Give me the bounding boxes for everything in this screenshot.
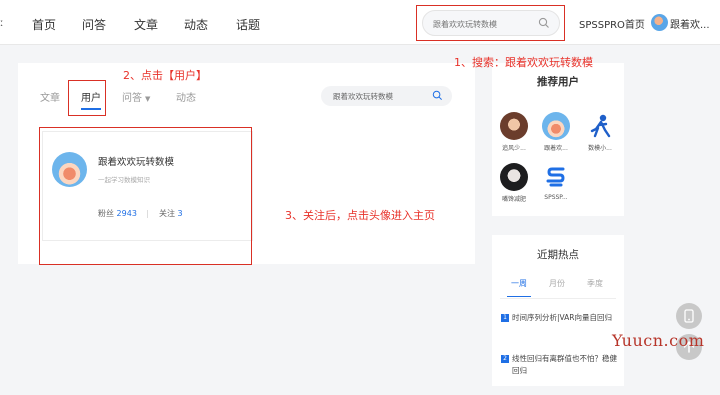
recommended-user-name[interactable]: 追风少... — [496, 143, 532, 152]
recommended-user-name[interactable]: 嘴馋减肥 — [496, 194, 532, 203]
annotation-users-tab-box — [68, 80, 106, 116]
results-search-box — [321, 86, 452, 106]
spsspro-home-link[interactable]: SPSSPRO首页 — [579, 16, 645, 31]
annotation-step-3: 3、关注后，点击头像进入主页 — [285, 209, 435, 222]
spsspro-logo-icon — [546, 167, 565, 187]
search-icon[interactable] — [432, 90, 443, 101]
hot-topics-title: 近期热点 — [537, 249, 579, 261]
recommended-user[interactable]: SPSSP... — [538, 163, 574, 201]
watermark: Yuucn.com — [612, 331, 705, 350]
tab-qa-label: 问答 — [122, 93, 142, 104]
nav-item-activity[interactable]: 动态 — [184, 16, 208, 33]
recommended-user-avatar[interactable] — [542, 163, 570, 191]
recommended-user-avatar[interactable] — [542, 112, 570, 140]
hot-topic-rank: 2 — [501, 355, 509, 363]
hot-tabs-divider — [500, 298, 616, 299]
nav-item-topics[interactable]: 话题 — [236, 16, 260, 33]
current-user-name[interactable]: 跟着欢... — [670, 16, 710, 31]
recommended-users-title: 推荐用户 — [537, 76, 579, 88]
recommended-user-name[interactable]: 跟着欢... — [538, 143, 574, 152]
hot-tab-quarter[interactable]: 季度 — [587, 278, 603, 289]
recommended-user-name[interactable]: SPSSP... — [538, 194, 574, 201]
current-user-avatar[interactable] — [651, 14, 668, 31]
annotation-user-card-box — [39, 127, 252, 265]
hot-topics-panel: 近期热点 一周 月份 季度 1 时间序列分析|VAR向量自回归 2 线性回归有离… — [492, 235, 624, 386]
chevron-down-icon: ▼ — [145, 95, 151, 103]
recommended-user-avatar[interactable] — [500, 163, 528, 191]
nav-item-home[interactable]: 首页 — [32, 16, 56, 33]
hot-topic-text[interactable]: 线性回归有离群值也不怕？稳健回归 — [512, 353, 619, 377]
annotation-step-2: 2、点击【用户】 — [123, 69, 207, 82]
hot-topic-rank: 1 — [501, 314, 509, 322]
mobile-app-button[interactable] — [676, 303, 702, 329]
recommended-user-avatar[interactable] — [586, 112, 614, 140]
recommended-user-avatar[interactable] — [500, 112, 528, 140]
runner-figure-icon — [590, 114, 611, 138]
phone-icon — [684, 309, 694, 323]
hot-topic-text[interactable]: 时间序列分析|VAR向量自回归 — [512, 312, 619, 324]
tab-qa[interactable]: 问答 ▼ — [122, 89, 150, 104]
hot-tab-week[interactable]: 一周 — [507, 278, 531, 297]
recommended-user[interactable]: 跟着欢... — [538, 112, 574, 152]
annotation-search-box — [416, 5, 565, 41]
nav-item-articles[interactable]: 文章 — [134, 16, 158, 33]
tab-articles[interactable]: 文章 — [40, 89, 60, 104]
recommended-user[interactable]: 嘴馋减肥 — [496, 163, 532, 203]
annotation-step-1: 1、搜索：跟着欢欢玩转数模 — [454, 56, 593, 69]
results-search-input[interactable] — [333, 90, 428, 102]
tab-activity[interactable]: 动态 — [176, 89, 196, 104]
recommended-user[interactable]: 数模小... — [582, 112, 618, 152]
top-navigation-bar: ː 首页 问答 文章 动态 话题 SPSSPRO首页 跟着欢... — [0, 0, 720, 45]
recommended-users-panel: 推荐用户 追风少... 跟着欢... 数模小... 嘴馋减肥 SPSSP... — [492, 63, 624, 216]
nav-edge-glyph: ː — [0, 16, 4, 29]
recommended-user[interactable]: 追风少... — [496, 112, 532, 152]
hot-topic-item[interactable]: 1 时间序列分析|VAR向量自回归 — [501, 312, 619, 324]
hot-topic-item[interactable]: 2 线性回归有离群值也不怕？稳健回归 — [501, 353, 619, 377]
recommended-user-name[interactable]: 数模小... — [582, 143, 618, 152]
nav-item-qa[interactable]: 问答 — [82, 16, 106, 33]
hot-tab-month[interactable]: 月份 — [549, 278, 565, 289]
